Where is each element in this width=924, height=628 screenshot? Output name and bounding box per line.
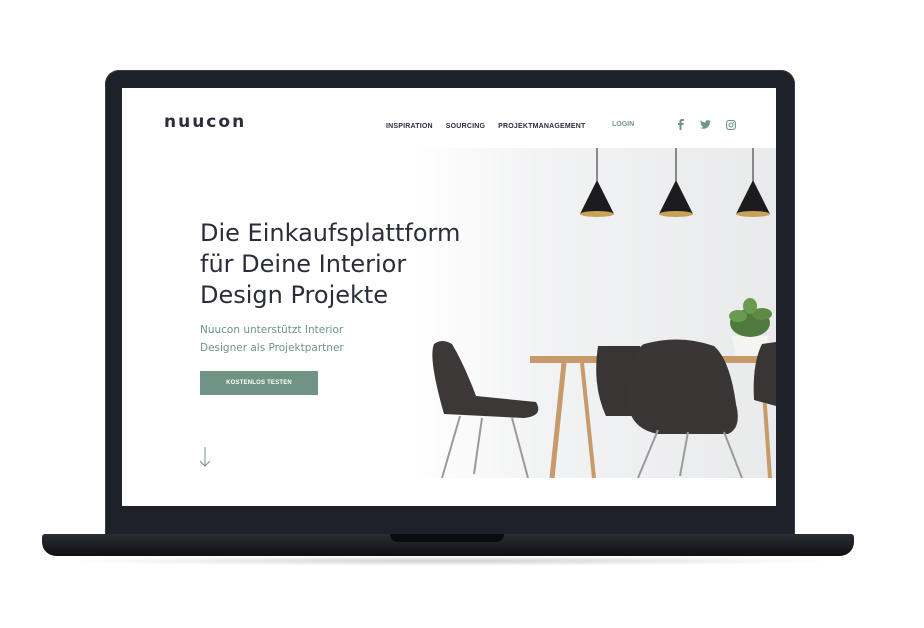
hero-headline: Die Einkaufsplattform für Deine Interior… [200,218,530,311]
website-screen: nuucon INSPIRATION SOURCING PROJEKTMANAG… [122,88,776,506]
subheadline-line-2: Designer als Projektpartner [200,342,344,354]
twitter-icon[interactable] [699,119,712,130]
cta-button[interactable]: KOSTENLOS TESTEN [200,371,318,395]
laptop-mockup: nuucon INSPIRATION SOURCING PROJEKTMANAG… [0,0,924,628]
laptop-shadow [60,556,840,566]
hero-dining-room-image [432,148,776,478]
social-links [674,119,737,130]
nuucon-logo[interactable]: nuucon [164,112,246,132]
nav-projektmanagement[interactable]: PROJEKTMANAGEMENT [498,123,585,130]
headline-line-1: Die Einkaufsplattform [200,219,461,247]
nav-inspiration[interactable]: INSPIRATION [386,123,433,130]
headline-line-3: Design Projekte [200,281,389,309]
main-navigation: INSPIRATION SOURCING PROJEKTMANAGEMENT [386,123,586,130]
login-link[interactable]: LOGIN [612,121,634,128]
laptop-notch [390,534,504,542]
hero-subheadline: Nuucon unterstützt Interior Designer als… [200,321,460,357]
instagram-icon[interactable] [724,119,737,130]
subheadline-line-1: Nuucon unterstützt Interior [200,324,344,336]
scroll-down-icon[interactable] [198,446,212,472]
facebook-icon[interactable] [674,119,687,130]
headline-line-2: für Deine Interior [200,250,407,278]
nav-sourcing[interactable]: SOURCING [446,123,485,130]
